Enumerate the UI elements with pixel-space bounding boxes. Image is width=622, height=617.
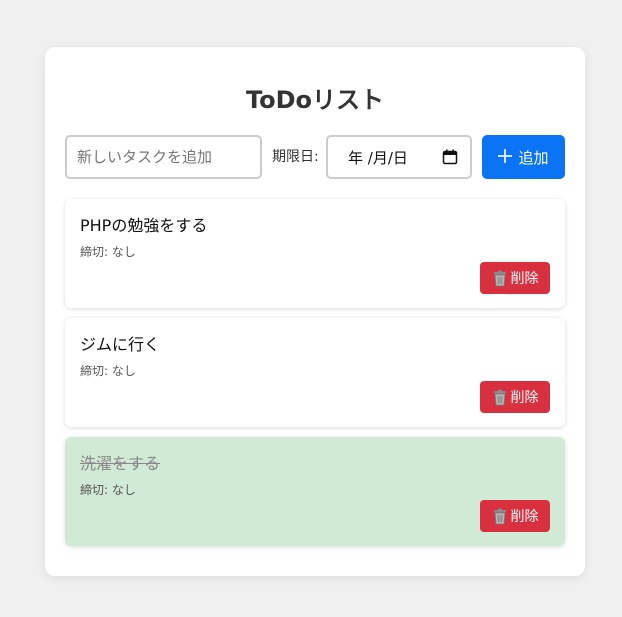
page-title: ToDoリスト	[245, 86, 385, 114]
task-title[interactable]: 洗濯をする	[80, 454, 160, 474]
due-date-picker[interactable]: 年 /月/日	[326, 135, 472, 179]
delete-button-label: 削除	[510, 390, 539, 406]
task-item: ジムに行く 締切: なし 削除	[65, 318, 565, 427]
task-item: PHPの勉強をする 締切: なし 削除	[65, 199, 565, 308]
task-title[interactable]: ジムに行く	[80, 335, 160, 355]
calendar-icon[interactable]	[442, 149, 458, 165]
task-item-completed: 洗濯をする 締切: なし 削除	[65, 437, 565, 546]
add-task-button[interactable]: 追加	[482, 135, 565, 179]
task-due-date: 締切: なし	[80, 364, 136, 378]
delete-button-label: 削除	[510, 509, 539, 525]
todo-card: ToDoリスト 期限日: 年 /月/日 追加 PHPの勉強をする 締切: なし	[45, 47, 585, 576]
trash-icon	[492, 270, 508, 287]
add-button-label: 追加	[518, 149, 549, 167]
delete-button-label: 削除	[510, 271, 539, 287]
new-task-input[interactable]	[65, 135, 262, 179]
delete-task-button[interactable]: 削除	[480, 262, 550, 294]
task-title[interactable]: PHPの勉強をする	[80, 216, 207, 236]
due-date-label: 期限日:	[272, 149, 319, 165]
date-placeholder-text: 年 /月/日	[348, 148, 408, 167]
delete-task-button[interactable]: 削除	[480, 500, 550, 532]
trash-icon	[492, 389, 508, 406]
plus-icon	[498, 147, 513, 167]
task-due-date: 締切: なし	[80, 483, 136, 497]
trash-icon	[492, 508, 508, 525]
task-due-date: 締切: なし	[80, 245, 136, 259]
delete-task-button[interactable]: 削除	[480, 381, 550, 413]
